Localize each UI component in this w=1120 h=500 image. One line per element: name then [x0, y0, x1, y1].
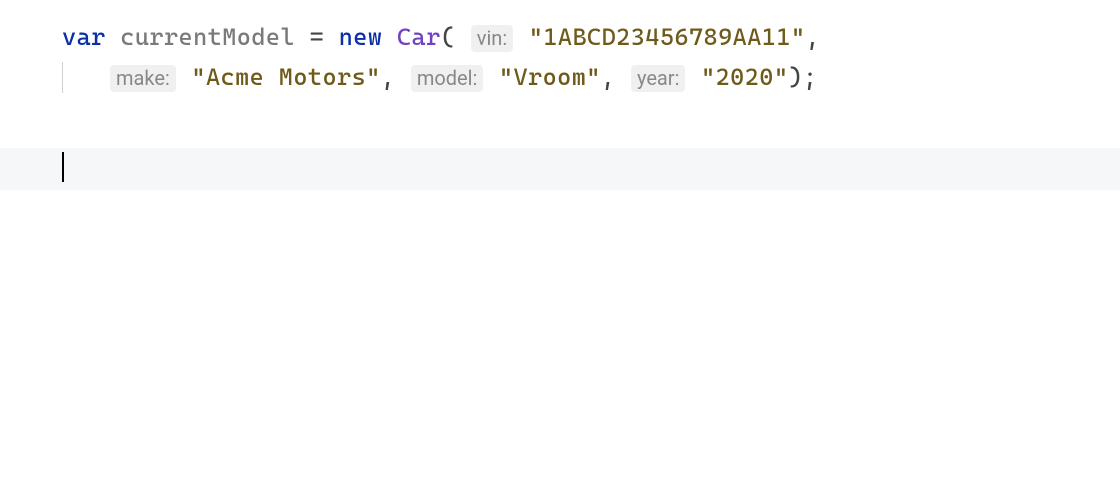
string-year: "2020" [701, 63, 788, 91]
string-vin: "1ABCD23456789AA11" [529, 23, 806, 51]
comma-1: , [805, 23, 820, 51]
paren-open: ( [441, 23, 456, 51]
operator-equals: = [310, 23, 325, 51]
identifier-currentModel: currentModel [120, 23, 295, 51]
indent-guide [62, 62, 63, 94]
comma-2: , [381, 63, 396, 91]
semicolon: ; [803, 63, 818, 91]
current-line-highlight [0, 148, 1120, 190]
code-line-2[interactable]: make: "Acme Motors", model: "Vroom", yea… [109, 58, 1120, 98]
keyword-var: var [62, 23, 106, 51]
param-hint-year: year: [631, 65, 685, 92]
param-hint-make: make: [110, 65, 176, 92]
code-line-1[interactable]: var currentModel = new Car( vin: "1ABCD2… [62, 18, 1120, 58]
param-hint-vin: vin: [471, 25, 513, 52]
keyword-new: new [339, 23, 383, 51]
string-model: "Vroom" [499, 63, 601, 91]
paren-close: ) [788, 63, 803, 91]
text-cursor [62, 152, 64, 182]
string-make: "Acme Motors" [191, 63, 380, 91]
code-editor[interactable]: var currentModel = new Car( vin: "1ABCD2… [0, 0, 1120, 97]
type-car: Car [397, 23, 441, 51]
comma-3: , [601, 63, 616, 91]
param-hint-model: model: [411, 65, 484, 92]
